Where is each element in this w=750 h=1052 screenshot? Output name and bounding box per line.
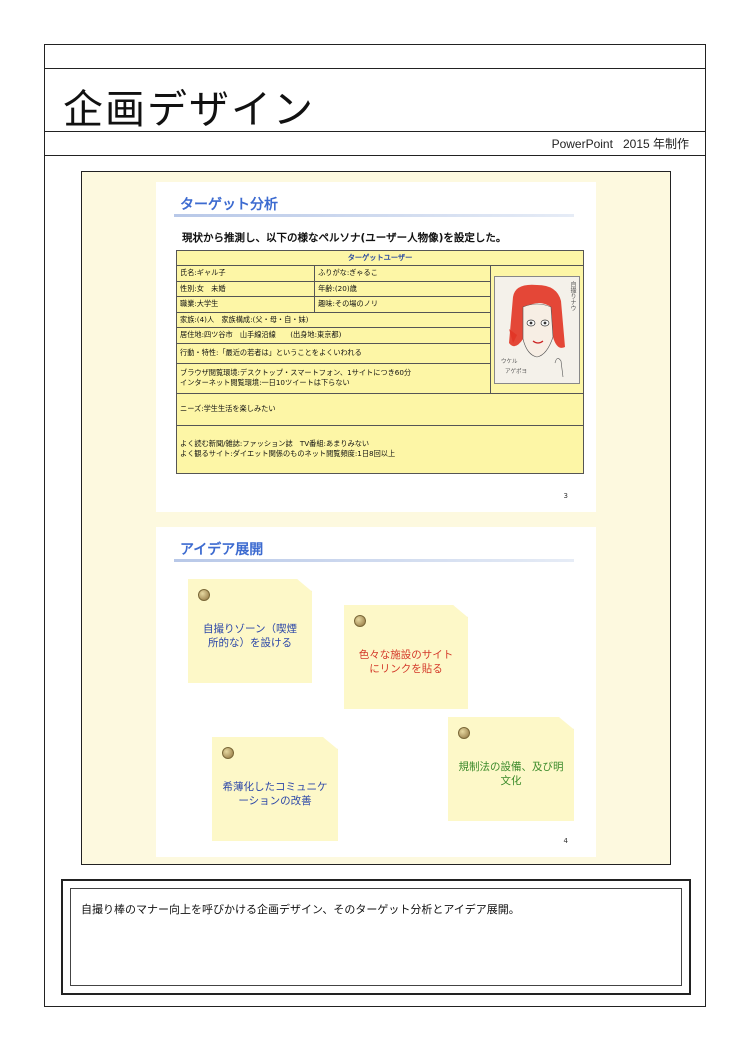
photo-handwriting-1: 自撮りナウ	[569, 280, 576, 311]
software-label: PowerPoint	[551, 137, 613, 151]
photo-handwriting-3: アゲポヨ	[505, 368, 528, 375]
slides-panel: ターゲット分析 現状から推測し、以下の様なペルソナ(ユーザー人物像)を設定した。…	[81, 171, 671, 865]
cell-furigana: ふりがな:ぎゃるこ	[314, 265, 491, 282]
slide-idea-development: アイデア展開 自撮りゾーン（喫煙所的な）を設ける 色々な施設のサイトにリンクを貼…	[156, 527, 596, 857]
caption-box: 自撮り棒のマナー向上を呼びかける企画デザイン、そのターゲット分析とアイデア展開。	[61, 879, 691, 995]
sticky-note-text: 規制法の設備、及び明文化	[458, 760, 564, 787]
cell-media: よく読む新聞/雑誌:ファッション誌 TV番組:あまりみない よく観るサイト:ダイ…	[176, 424, 584, 474]
cell-family: 家族:(4)人 家族構成:(父・母・自・妹)	[176, 311, 491, 329]
cell-name: 氏名:ギャル子	[175, 265, 316, 282]
media-line-2: よく観るサイト:ダイエット関係のものネット閲覧頻度:1日8回以上	[180, 449, 396, 459]
sticky-note-text: 希薄化したコミュニケーションの改善	[222, 780, 328, 807]
header-top-band	[45, 45, 705, 69]
caption-text: 自撮り棒のマナー向上を呼びかける企画デザイン、そのターゲット分析とアイデア展開。	[70, 888, 682, 986]
table-header: ターゲットユーザー	[176, 249, 584, 267]
production-credit: PowerPoint 2015 年制作	[552, 135, 689, 152]
browsing-line-2: インターネット閲覧環境:一日10ツイートは下らない	[180, 378, 350, 388]
sticky-note: 希薄化したコミュニケーションの改善	[212, 737, 338, 841]
slide-lead-text: 現状から推測し、以下の様なペルソナ(ユーザー人物像)を設定した。	[182, 232, 507, 244]
cell-gender: 性別:女 未婚	[175, 280, 316, 298]
persona-illustration: 自撮りナウ ウケル アゲポヨ	[494, 275, 580, 384]
media-line-1: よく読む新聞/雑誌:ファッション誌 TV番組:あまりみない	[180, 438, 370, 448]
year-label: 2015 年制作	[622, 137, 689, 151]
title-underline	[174, 559, 574, 562]
cell-needs: ニーズ:学生生活を楽しみたい	[176, 392, 584, 426]
cell-age: 年齢:(20)歳	[314, 280, 491, 298]
cell-hobby: 趣味:その場のノリ	[314, 296, 491, 313]
slide-title: アイデア展開	[180, 542, 264, 558]
page-frame: 企画デザイン PowerPoint 2015 年制作 ターゲット分析 現状から推…	[44, 44, 706, 1007]
photo-handwriting-2: ウケル	[501, 358, 518, 365]
persona-table: ターゲットユーザー 氏名:ギャル子 ふりがな:ぎゃるこ 自撮りナウ ウケル アゲ…	[175, 249, 584, 474]
pushpin-icon	[222, 747, 234, 759]
title-underline	[174, 214, 574, 217]
sticky-note: 色々な施設のサイトにリンクを貼る	[344, 605, 468, 709]
slide-target-analysis: ターゲット分析 現状から推測し、以下の様なペルソナ(ユーザー人物像)を設定した。…	[156, 182, 596, 512]
slide-page-number: 3	[563, 492, 568, 500]
browsing-line-1: ブラウザ閲覧環境:デスクトップ・スマートフォン、1サイトにつき60分	[180, 367, 412, 377]
sticky-note: 自撮りゾーン（喫煙所的な）を設ける	[188, 579, 312, 683]
cell-residence: 居住地:四ツ谷市 山手線沿線 (出身地:東京都)	[176, 327, 491, 344]
persona-photo-cell: 自撮りナウ ウケル アゲポヨ	[490, 265, 584, 394]
page-title: 企画デザイン	[63, 87, 315, 133]
slide-page-number: 4	[563, 837, 568, 845]
pushpin-icon	[458, 727, 470, 739]
sticky-note: 規制法の設備、及び明文化	[448, 717, 574, 821]
cell-behavior: 行動・特性:「最近の若者は」ということをよくいわれる	[176, 342, 491, 364]
cell-job: 職業:大学生	[175, 296, 316, 313]
pushpin-icon	[198, 589, 210, 601]
sticky-note-text: 自撮りゾーン（喫煙所的な）を設ける	[203, 622, 297, 649]
divider	[45, 131, 705, 132]
slide-title: ターゲット分析	[180, 197, 278, 213]
sticky-note-text: 色々な施設のサイトにリンクを貼る	[358, 648, 454, 675]
cell-browsing: ブラウザ閲覧環境:デスクトップ・スマートフォン、1サイトにつき60分 インターネ…	[176, 362, 491, 394]
pushpin-icon	[354, 615, 366, 627]
divider	[45, 155, 705, 156]
